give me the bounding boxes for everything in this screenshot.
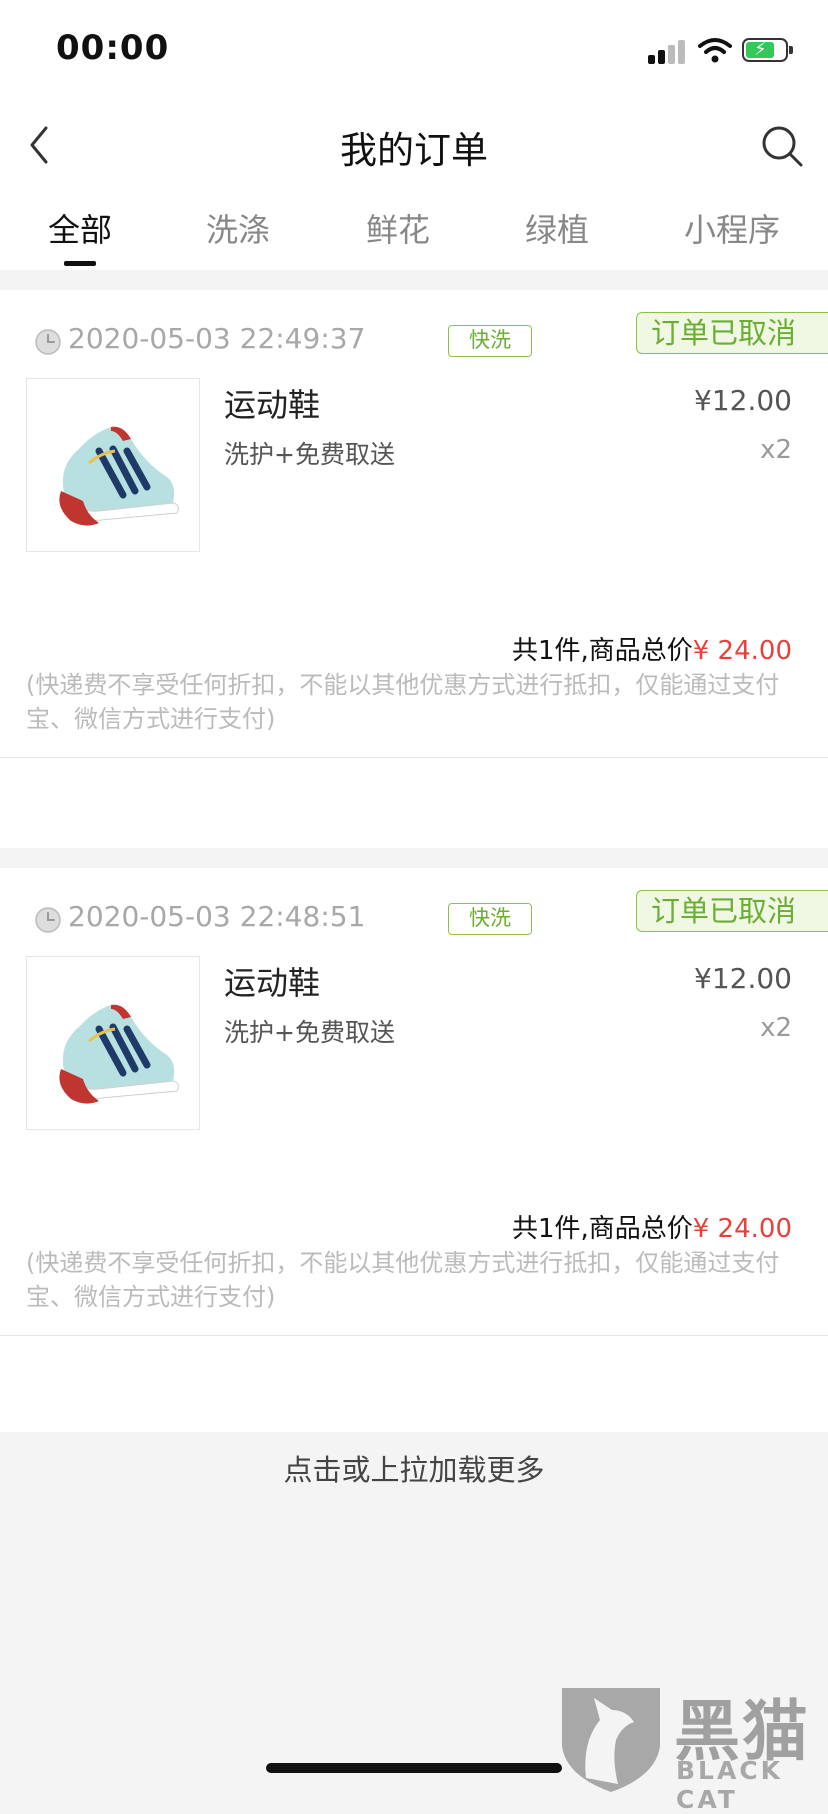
cat-logo-icon: [562, 1688, 660, 1792]
tab-all[interactable]: 全部: [48, 205, 112, 251]
service-badge: 快洗: [448, 903, 532, 935]
clock-icon: [35, 329, 61, 355]
service-badge: 快洗: [448, 325, 532, 357]
order-status: 订单已取消: [636, 312, 828, 354]
shipping-note: (快递费不享受任何折扣，不能以其他优惠方式进行抵扣，仅能通过支付宝、微信方式进行…: [26, 1249, 780, 1311]
tab-flowers[interactable]: 鲜花: [366, 205, 430, 251]
home-indicator[interactable]: [266, 1763, 562, 1773]
clock-icon: [35, 907, 61, 933]
product-price: ¥12.00: [694, 384, 792, 417]
order-datetime: 2020-05-03 22:49:37: [68, 322, 366, 355]
tab-washing[interactable]: 洗涤: [206, 205, 270, 251]
order-status: 订单已取消: [636, 890, 828, 932]
sneaker-image: [59, 426, 179, 526]
status-time: 00:00: [56, 28, 170, 68]
wifi-icon: [698, 38, 732, 63]
product-image[interactable]: [26, 956, 200, 1130]
tab-bar: 全部 洗涤 鲜花 绿植 小程序: [0, 205, 828, 265]
total-amount: ¥ 24.00: [692, 636, 792, 666]
active-tab-indicator: [64, 261, 96, 266]
product-quantity: x2: [760, 435, 792, 465]
signal-icon: [648, 38, 688, 64]
shipping-note: (快递费不享受任何折扣，不能以其他优惠方式进行抵扣，仅能通过支付宝、微信方式进行…: [26, 671, 780, 733]
battery-icon: ⚡: [742, 38, 793, 62]
product-name: 运动鞋: [224, 386, 321, 424]
total-amount: ¥ 24.00: [692, 1214, 792, 1244]
sneaker-image: [59, 1004, 179, 1104]
product-name: 运动鞋: [224, 964, 321, 1002]
watermark-english: BLACK CAT: [676, 1756, 784, 1814]
divider: [0, 757, 828, 758]
product-price: ¥12.00: [694, 962, 792, 995]
product-description: 洗护+免费取送: [224, 1018, 395, 1047]
total-label: 共1件,商品总价: [511, 1214, 693, 1244]
order-card[interactable]: 2020-05-03 22:49:37 快洗 订单已取消 运动鞋 洗护+免费取送…: [0, 290, 828, 848]
tab-mini-program[interactable]: 小程序: [684, 205, 780, 251]
tab-plants[interactable]: 绿植: [525, 205, 589, 251]
total-label: 共1件,商品总价: [511, 636, 693, 666]
order-datetime: 2020-05-03 22:48:51: [68, 900, 366, 933]
product-description: 洗护+免费取送: [224, 440, 395, 469]
order-card[interactable]: 2020-05-03 22:48:51 快洗 订单已取消 运动鞋 洗护+免费取送…: [0, 868, 828, 1432]
load-more-button[interactable]: 点击或上拉加载更多: [0, 1440, 828, 1500]
product-image[interactable]: [26, 378, 200, 552]
divider: [0, 1335, 828, 1336]
page-title: 我的订单: [340, 129, 488, 172]
search-icon[interactable]: [760, 124, 804, 168]
black-cat-watermark: 黑猫 BLACK CAT: [556, 1680, 828, 1814]
order-total: 共1件,商品总价¥ 24.00: [512, 1208, 792, 1245]
product-quantity: x2: [760, 1013, 792, 1043]
order-total: 共1件,商品总价¥ 24.00: [512, 630, 792, 667]
